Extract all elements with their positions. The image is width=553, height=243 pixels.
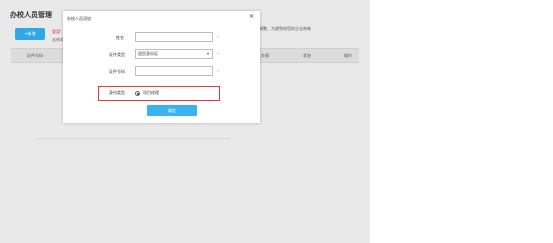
name-input[interactable] [135, 32, 213, 42]
add-staff-dialog: 办校人员添加 × 姓名 * 证件类型 居民身份证 ▾ * 证件号码 * 身份类型… [63, 11, 260, 123]
identity-option-label[interactable]: 项目经理 [143, 90, 159, 96]
id-number-input[interactable] [135, 66, 213, 76]
page-title: 办校人员管理 [10, 11, 52, 19]
divider [36, 138, 231, 139]
column-header-actions: 操作 [344, 53, 352, 58]
identity-radio[interactable] [135, 91, 140, 96]
radio-dot-icon [137, 93, 139, 95]
required-mark: * [217, 69, 219, 74]
column-header-handle: 办理 [261, 53, 269, 58]
warning-text: 重要! [52, 29, 62, 34]
dialog-title: 办校人员添加 [67, 16, 91, 21]
confirm-button[interactable]: 确定 [147, 105, 197, 116]
required-mark: * [217, 35, 219, 40]
id-number-label: 证件号码 [109, 69, 125, 74]
chevron-down-icon: ▾ [206, 51, 209, 56]
column-header-id-number: 证件号码 [27, 53, 43, 58]
close-icon[interactable]: × [249, 14, 254, 20]
add-button[interactable]: +新增 [15, 28, 45, 40]
required-mark: * [217, 52, 219, 57]
column-header-status: 状态 [303, 53, 311, 58]
identity-type-label: 身份类型 [109, 90, 125, 95]
id-type-select[interactable]: 居民身份证 ▾ [135, 49, 213, 59]
id-type-value: 居民身份证 [138, 51, 158, 56]
tip-text: 调整，为避免给您的企业带来 [259, 26, 311, 31]
id-type-label: 证件类型 [109, 52, 125, 57]
name-label: 姓名 [116, 35, 124, 40]
